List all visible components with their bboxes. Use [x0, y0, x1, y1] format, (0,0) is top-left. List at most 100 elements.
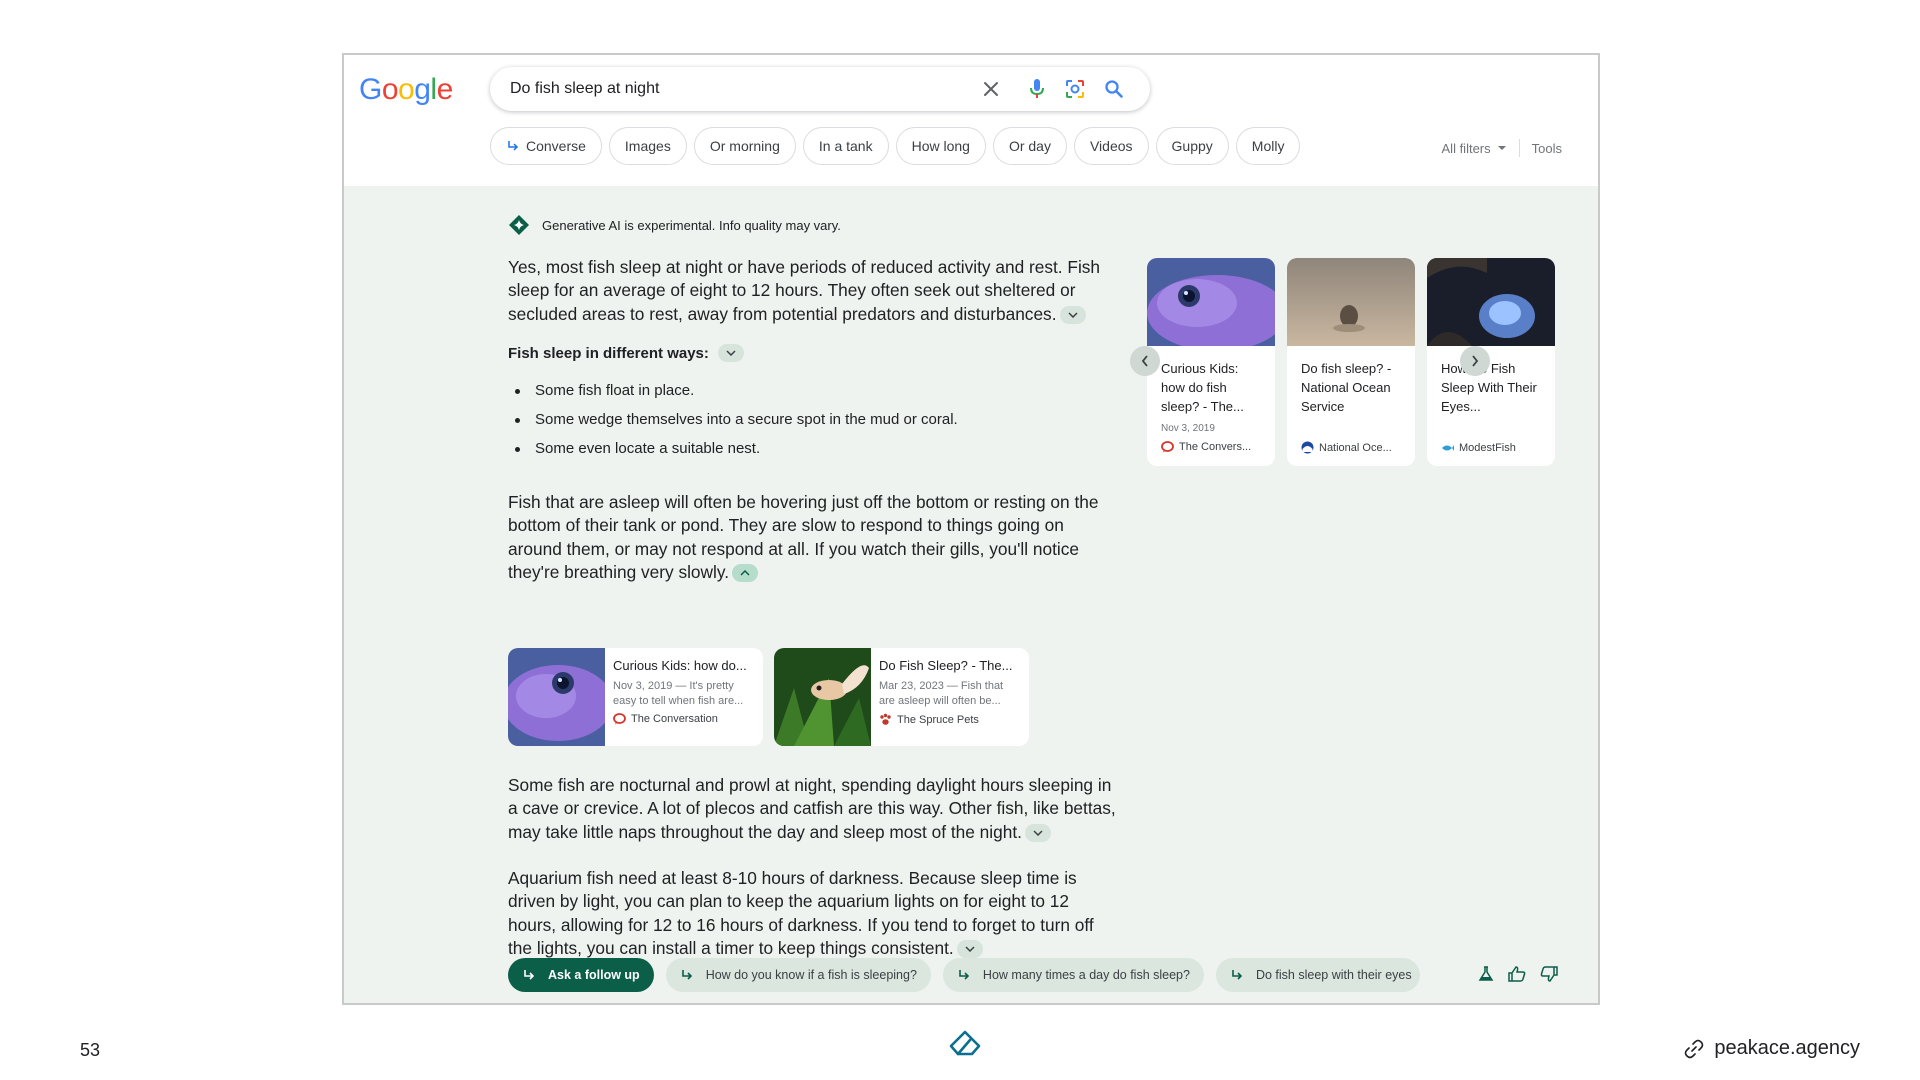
ai-paragraph-3: Some fish are nocturnal and prowl at nig…: [508, 774, 1118, 844]
list-item: Some even locate a suitable nest.: [508, 440, 958, 469]
search-icon[interactable]: [1103, 78, 1125, 100]
betta-fish-thumbnail: [774, 648, 871, 746]
suggestion-chip[interactable]: How do you know if a fish is sleeping?: [665, 958, 931, 992]
carousel-card-date: [1427, 421, 1555, 437]
suggestion-label: How do you know if a fish is sleeping?: [705, 968, 917, 982]
suggestion-chip[interactable]: How many times a day do fish sleep?: [942, 958, 1204, 992]
sleep-ways-list: Some fish float in place. Some wedge the…: [508, 382, 958, 469]
chip-or-day[interactable]: Or day: [992, 127, 1067, 165]
microphone-icon[interactable]: [1026, 78, 1048, 100]
chip-images[interactable]: Images: [608, 127, 687, 165]
logo-letter: e: [436, 73, 454, 106]
chip-or-morning[interactable]: Or morning: [693, 127, 796, 165]
purple-fish-thumbnail: [1147, 258, 1275, 351]
ask-follow-up-button[interactable]: Ask a follow up: [508, 958, 654, 992]
ai-paragraph-4: Aquarium fish need at least 8-10 hours o…: [508, 867, 1118, 960]
chevron-down-icon: [1067, 312, 1078, 319]
expand-sources-button[interactable]: [1024, 824, 1051, 843]
feedback-controls: [1478, 966, 1558, 987]
all-filters-button[interactable]: All filters: [1442, 141, 1507, 156]
chevron-left-icon: [1141, 355, 1148, 367]
carousel-prev-button[interactable]: [1130, 346, 1160, 376]
filter-chips: Converse Images Or morning In a tank How…: [490, 127, 1301, 167]
source-card-snippet: Nov 3, 2019 — It's pretty easy to tell w…: [613, 680, 744, 707]
expand-sources-button[interactable]: [956, 940, 983, 959]
sparkle-diamond-icon: [509, 215, 529, 235]
google-logo[interactable]: Google: [359, 73, 453, 107]
button-label: Ask a follow up: [548, 968, 640, 982]
clear-icon[interactable]: [980, 78, 1002, 100]
ai-overview-panel: Generative AI is experimental. Info qual…: [344, 186, 1598, 1003]
dropdown-arrow-icon: [1497, 146, 1506, 150]
carousel-card[interactable]: Curious Kids: how do fish sleep? - The..…: [1147, 258, 1275, 466]
thumbs-up-icon[interactable]: [1508, 966, 1526, 987]
logo-letter: g: [414, 73, 431, 106]
lens-camera-icon[interactable]: [1064, 78, 1086, 100]
source-card-title: Do Fish Sleep? - The...: [879, 658, 1013, 673]
source-card[interactable]: Do Fish Sleep? - The... Mar 23, 2023 — F…: [774, 648, 1029, 746]
footer-website-link[interactable]: peakace.agency: [1684, 1037, 1860, 1060]
expand-sources-button[interactable]: [717, 344, 744, 362]
source-card-info: Do Fish Sleep? - The... Mar 23, 2023 — F…: [871, 648, 1029, 746]
source-name: The Convers...: [1179, 441, 1252, 453]
return-arrow-icon: [524, 970, 535, 980]
chip-label: Guppy: [1171, 138, 1213, 154]
chevron-up-icon: [740, 570, 750, 576]
chip-label: Or morning: [709, 138, 780, 154]
chip-converse[interactable]: Converse: [490, 127, 602, 165]
chip-label: Converse: [526, 138, 586, 154]
carousel-card[interactable]: How Do Fish Sleep With Their Eyes... Mod…: [1427, 258, 1555, 466]
collapse-sources-button[interactable]: [732, 564, 759, 583]
chevron-down-icon: [965, 946, 975, 953]
paw-print-icon: [880, 713, 891, 725]
experimental-note-text: Generative AI is experimental. Info qual…: [542, 217, 841, 233]
follow-up-bar: Ask a follow up How do you know if a fis…: [508, 958, 1420, 992]
source-card[interactable]: Curious Kids: how do... Nov 3, 2019 — It…: [508, 648, 763, 746]
carousel-card-source: The Convers...: [1147, 437, 1275, 453]
source-name: National Oce...: [1319, 441, 1392, 454]
source-card-site: The Conversation: [613, 713, 755, 725]
chevron-right-icon: [1472, 355, 1479, 367]
chip-how-long[interactable]: How long: [895, 127, 986, 165]
suggestion-label: Do fish sleep with their eyes: [1255, 968, 1412, 982]
search-header: Google Converse: [344, 55, 1598, 186]
divider: [1518, 139, 1520, 157]
search-input[interactable]: [510, 67, 970, 111]
expand-sources-button[interactable]: [1059, 306, 1086, 325]
carousel-card-source: ModestFish: [1427, 437, 1555, 454]
carousel-card-title: Curious Kids: how do fish sleep? - The..…: [1161, 361, 1244, 414]
source-card-title: Curious Kids: how do...: [613, 658, 747, 673]
footer-link-text: peakace.agency: [1714, 1037, 1860, 1059]
list-item: Some wedge themselves into a secure spot…: [508, 411, 958, 440]
paragraph-text: Aquarium fish need at least 8-10 hours o…: [508, 868, 1094, 958]
link-icon: [1685, 1039, 1704, 1058]
chip-label: Images: [624, 138, 671, 154]
chip-label: In a tank: [818, 138, 873, 154]
thumbs-down-icon[interactable]: [1540, 966, 1558, 987]
chip-in-a-tank[interactable]: In a tank: [802, 127, 889, 165]
sandy-fish-thumbnail: [1287, 258, 1415, 346]
source-name: The Spruce Pets: [897, 713, 979, 726]
carousel-card[interactable]: Do fish sleep? - National Ocean Service …: [1287, 258, 1415, 466]
carousel-next-button[interactable]: [1460, 346, 1490, 376]
carousel-card-title: How Do Fish Sleep With Their Eyes...: [1441, 361, 1537, 414]
chip-guppy[interactable]: Guppy: [1155, 127, 1229, 165]
chip-videos[interactable]: Videos: [1073, 127, 1149, 165]
suggestion-chip[interactable]: Do fish sleep with their eyes: [1215, 958, 1420, 992]
screenshot-frame: Google Converse: [342, 53, 1600, 1005]
tools-button[interactable]: Tools: [1532, 141, 1562, 156]
return-arrow-icon: [1232, 970, 1243, 980]
experimental-note: Generative AI is experimental. Info qual…: [508, 214, 841, 236]
paragraph-text: Yes, most fish sleep at night or have pe…: [508, 257, 1101, 324]
logo-letter: o: [381, 73, 399, 106]
chip-label: How long: [911, 138, 970, 154]
carousel-card-date: [1287, 421, 1415, 437]
chip-molly[interactable]: Molly: [1235, 127, 1301, 165]
subheading-text: Fish sleep in different ways:: [508, 344, 709, 362]
carousel-card-date: Nov 3, 2019: [1161, 423, 1215, 434]
logo-letter: G: [359, 73, 382, 106]
ai-paragraph-1: Yes, most fish sleep at night or have pe…: [508, 256, 1118, 326]
labs-flask-icon[interactable]: [1478, 966, 1494, 987]
ai-paragraph-2: Fish that are asleep will often be hover…: [508, 491, 1118, 584]
purple-fish-thumbnail: [508, 648, 605, 746]
